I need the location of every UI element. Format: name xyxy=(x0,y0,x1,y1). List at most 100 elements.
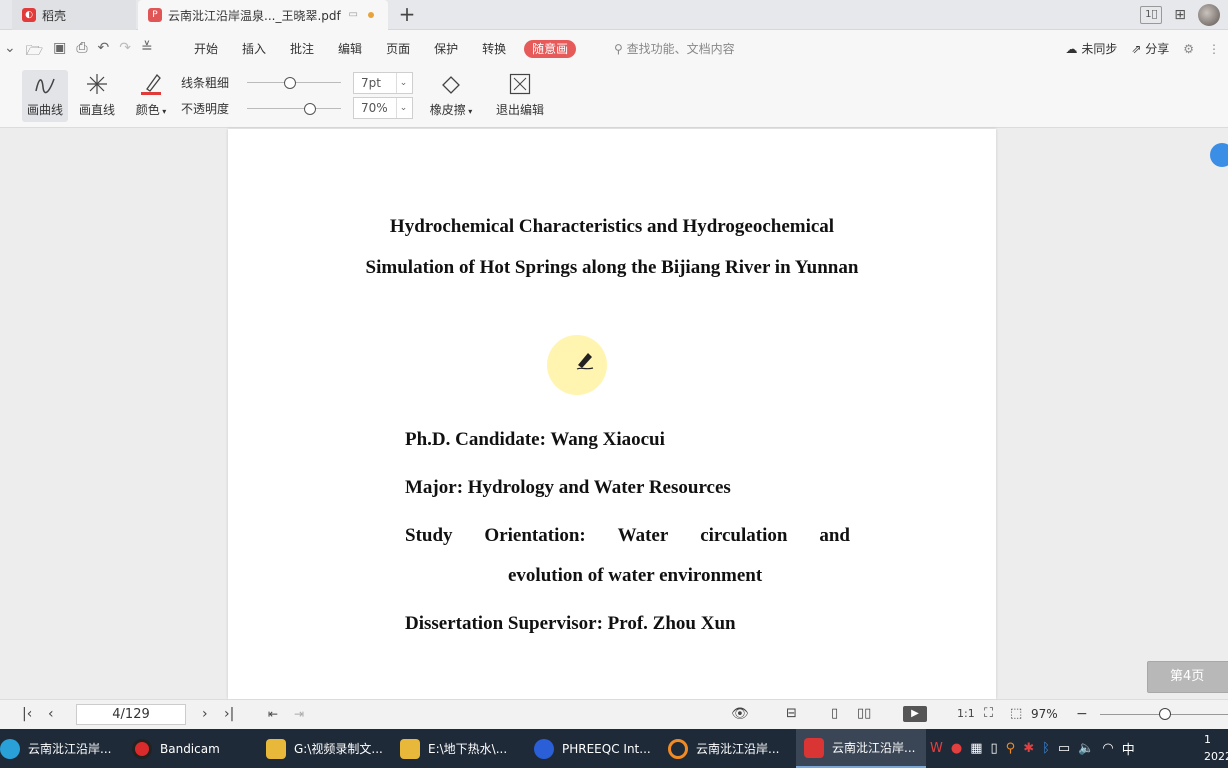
volume-icon[interactable]: 🔈 xyxy=(1078,741,1094,756)
tab-daoke[interactable]: ◐ 稻壳 xyxy=(12,0,136,30)
single-page-icon[interactable]: ▯ xyxy=(831,706,838,722)
first-page-icon[interactable]: |‹ xyxy=(22,706,32,722)
print-icon[interactable]: ⎙ xyxy=(76,40,87,64)
zoom-select-icon[interactable]: ⬚ xyxy=(1010,706,1022,722)
previous-page-icon[interactable]: ‹ xyxy=(48,706,54,722)
settings-gear-icon[interactable]: ⚙ xyxy=(1183,40,1194,58)
chevron-down-icon[interactable]: ⌄ xyxy=(396,98,410,118)
actual-size-icon[interactable]: 1:1 xyxy=(957,706,975,722)
menu-edit[interactable]: 编辑 xyxy=(338,40,362,58)
zoom-out-icon[interactable]: − xyxy=(1076,706,1088,722)
record-tray-icon[interactable]: ● xyxy=(951,741,962,756)
back-view-icon[interactable]: ⇤ xyxy=(268,706,278,722)
taskbar-item-search-app[interactable]: 云南沘江沿岸... xyxy=(668,729,792,768)
taskbar-item-bandicam[interactable]: Bandicam xyxy=(132,729,256,768)
sync-label: 未同步 xyxy=(1081,42,1118,56)
last-page-icon[interactable]: ›| xyxy=(224,706,234,722)
orientation-word: and xyxy=(819,525,850,546)
taskbar-item-phreeqc[interactable]: PHREEQC Int... xyxy=(534,729,658,768)
menu-protect[interactable]: 保护 xyxy=(434,40,458,58)
usb-icon[interactable]: ▯ xyxy=(991,741,998,756)
menu-insert[interactable]: 插入 xyxy=(242,40,266,58)
customize-icon[interactable]: ≚ xyxy=(141,40,153,64)
zoom-level[interactable]: 97% xyxy=(1031,707,1058,721)
opacity-select[interactable]: 70% ⌄ xyxy=(353,97,413,119)
puzzle-tray-icon[interactable]: ✱ xyxy=(1023,741,1034,756)
next-page-icon[interactable]: › xyxy=(202,706,208,722)
orientation-word: Water xyxy=(617,525,669,546)
chevron-down-icon[interactable]: ⌄ xyxy=(4,40,16,64)
undo-icon[interactable]: ↶ xyxy=(98,40,110,64)
open-folder-icon[interactable]: 🗁 xyxy=(26,40,43,64)
forward-view-icon[interactable]: ⇥ xyxy=(294,706,304,722)
opacity-slider-knob[interactable] xyxy=(304,102,317,115)
clock-time: 1 xyxy=(1204,733,1211,746)
menu-freehand[interactable]: 随意画 xyxy=(524,40,577,58)
ime-indicator[interactable]: 中 xyxy=(1122,739,1135,758)
tab-label: 云南沘江沿岸温泉..._王晓翠.pdf xyxy=(168,8,341,23)
two-page-icon[interactable]: ▯▯ xyxy=(857,706,871,722)
play-slideshow-icon[interactable]: ▶ xyxy=(903,706,927,722)
layout-mode-icon[interactable]: 1⃞ xyxy=(1140,6,1163,24)
new-tab-button[interactable]: + xyxy=(396,4,418,26)
line-width-slider[interactable] xyxy=(247,76,342,90)
pen-cursor-icon xyxy=(576,353,594,370)
more-menu-icon[interactable]: ⋮ xyxy=(1208,40,1220,58)
apps-grid-icon[interactable]: ⊞ xyxy=(1174,7,1186,23)
draw-line-label: 画直线 xyxy=(78,103,115,117)
line-width-slider-knob[interactable] xyxy=(284,76,297,89)
orientation-line: Study Orientation: Water circulation and xyxy=(405,525,850,547)
chevron-down-icon[interactable]: ⌄ xyxy=(396,73,410,93)
folder-icon xyxy=(400,738,420,759)
side-panel-toggle-icon[interactable] xyxy=(1210,143,1228,167)
bluetooth-icon[interactable]: ᛒ xyxy=(1042,741,1050,756)
function-search[interactable]: ⚲ 查找功能、文档内容 xyxy=(614,40,735,58)
menu-page[interactable]: 页面 xyxy=(386,40,410,58)
menu-start[interactable]: 开始 xyxy=(194,40,218,58)
system-clock[interactable]: 1 2022 xyxy=(1204,731,1228,765)
zoom-slider-knob[interactable] xyxy=(1159,708,1171,720)
page-number-input[interactable]: 4/129 xyxy=(76,704,186,725)
taskbar-item-folder-g[interactable]: G:\视频录制文... xyxy=(266,729,390,768)
color-button[interactable]: 颜色 ▾ xyxy=(132,70,170,122)
fit-page-icon[interactable]: ⛶ xyxy=(984,706,993,722)
daoke-logo-icon: ◐ xyxy=(22,8,36,22)
share-button[interactable]: ⇗ 分享 xyxy=(1131,40,1169,58)
draw-curve-button[interactable]: 画曲线 xyxy=(22,70,68,122)
taskbar-label: 云南沘江沿岸... xyxy=(28,742,112,756)
taskbar-item-edge[interactable]: 云南沘江沿岸... xyxy=(0,729,124,768)
menu-convert[interactable]: 转换 xyxy=(482,40,506,58)
avatar[interactable] xyxy=(1198,4,1220,26)
tab-pdf-document[interactable]: P 云南沘江沿岸温泉..._王晓翠.pdf ▭ xyxy=(138,0,388,30)
opacity-label: 不透明度 xyxy=(181,102,230,116)
eraser-button[interactable]: 橡皮擦 ▾ xyxy=(425,70,477,122)
candidate-line: Ph.D. Candidate: Wang Xiaocui xyxy=(405,429,665,450)
opacity-slider[interactable] xyxy=(247,102,342,116)
line-width-select[interactable]: 7pt ⌄ xyxy=(353,72,413,94)
line-width-label: 线条粗细 xyxy=(181,76,230,90)
save-icon[interactable]: ▣ xyxy=(53,40,66,64)
taskbar-item-wps[interactable]: 云南沘江沿岸... xyxy=(796,729,926,768)
search-tray-icon[interactable]: ⚲ xyxy=(1006,741,1016,756)
exit-edit-button[interactable]: 退出编辑 xyxy=(494,70,546,122)
wps-tray-icon[interactable]: W xyxy=(930,741,943,756)
pdf-page[interactable]: Hydrochemical Characteristics and Hydrog… xyxy=(228,129,996,699)
eye-protection-icon[interactable]: 👁 xyxy=(731,706,749,722)
tab-pin-icon[interactable]: ▭ xyxy=(349,9,358,20)
windows-grid-icon[interactable]: ▦ xyxy=(970,741,982,756)
redo-icon[interactable]: ↷ xyxy=(119,40,131,64)
taskbar-item-folder-e[interactable]: E:\地下热水\... xyxy=(400,729,524,768)
pen-color-icon xyxy=(141,73,161,95)
line-width-value: 7pt xyxy=(361,76,381,90)
menu-annotate[interactable]: 批注 xyxy=(290,40,314,58)
draw-line-button[interactable]: 画直线 xyxy=(76,70,118,122)
opacity-value: 70% xyxy=(361,101,388,115)
document-viewport[interactable]: Hydrochemical Characteristics and Hydrog… xyxy=(0,129,1228,699)
clock-date: 2022 xyxy=(1204,750,1228,763)
orientation-word: Orientation: xyxy=(484,525,586,546)
sync-button[interactable]: ☁ 未同步 xyxy=(1065,40,1117,58)
battery-icon[interactable]: ▭ xyxy=(1058,741,1070,756)
wifi-icon[interactable]: ◠ xyxy=(1102,741,1113,756)
system-tray: W ● ▦ ▯ ⚲ ✱ ᛒ ▭ 🔈 ◠ 中 xyxy=(930,739,1135,758)
fit-width-icon[interactable]: ⊟ xyxy=(786,706,797,722)
